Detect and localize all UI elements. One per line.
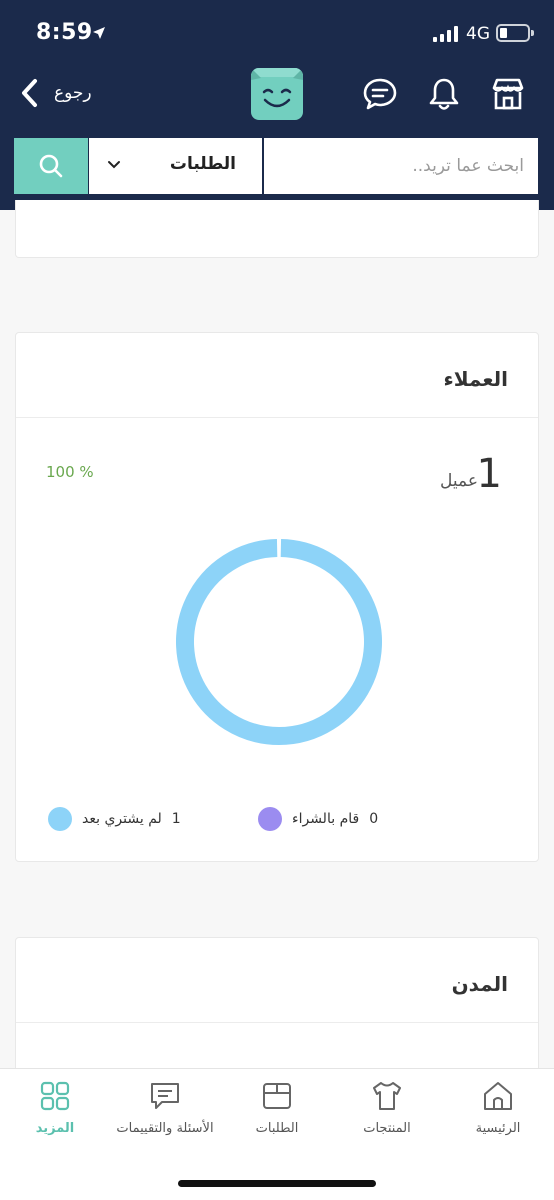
app-header: 8:59 4G رجوع الطلبات ابحث عما تريد.. bbox=[0, 0, 554, 210]
box-icon bbox=[263, 1083, 291, 1109]
location-arrow-icon bbox=[93, 27, 105, 39]
customers-card-header: العملاء bbox=[16, 333, 538, 418]
tab-questions-reviews[interactable]: الأسئلة والتقييمات bbox=[110, 1079, 220, 1151]
chevron-down-icon bbox=[108, 161, 120, 169]
cities-title: المدن bbox=[451, 972, 508, 996]
legend-swatch bbox=[48, 807, 72, 831]
back-label: رجوع bbox=[54, 83, 92, 103]
status-time: 8:59 bbox=[36, 20, 93, 45]
store-icon[interactable] bbox=[490, 76, 526, 112]
search-bar: الطلبات bbox=[14, 138, 538, 194]
search-button[interactable] bbox=[14, 138, 88, 194]
cities-card-header: المدن bbox=[16, 938, 538, 1023]
legend-item-purchased: 0 قام بالشراء bbox=[258, 807, 378, 831]
smiley-bag-icon bbox=[251, 68, 303, 108]
tab-label: الطلبات bbox=[255, 1121, 299, 1136]
donut-slice-1 bbox=[176, 539, 382, 745]
signal-icon bbox=[433, 26, 458, 42]
tab-label: المنتجات bbox=[363, 1121, 411, 1136]
tab-label: الرئيسية bbox=[475, 1121, 521, 1136]
home-icon bbox=[484, 1082, 512, 1110]
customers-percent: 100 % bbox=[46, 463, 94, 481]
status-bar: 8:59 4G bbox=[0, 0, 554, 64]
cities-card: المدن bbox=[15, 937, 539, 1077]
tab-orders[interactable]: الطلبات bbox=[222, 1079, 332, 1151]
legend-count: 1 bbox=[171, 811, 181, 827]
search-input[interactable] bbox=[264, 138, 538, 194]
previous-card bbox=[15, 200, 539, 258]
tab-label: الأسئلة والتقييمات bbox=[116, 1121, 214, 1136]
top-nav: رجوع bbox=[0, 64, 554, 128]
chat-icon bbox=[151, 1083, 179, 1109]
legend-swatch bbox=[258, 807, 282, 831]
customers-title: العملاء bbox=[443, 367, 508, 391]
bell-icon[interactable] bbox=[426, 76, 462, 112]
shirt-icon bbox=[373, 1082, 401, 1110]
tab-label: المزيد bbox=[35, 1121, 75, 1136]
chevron-left-icon bbox=[22, 79, 37, 107]
search-category-select[interactable]: الطلبات bbox=[88, 138, 264, 194]
battery-icon bbox=[496, 24, 534, 42]
grid-icon bbox=[40, 1081, 70, 1111]
search-category-value: الطلبات bbox=[169, 154, 236, 174]
legend-label: قام بالشراء bbox=[292, 811, 360, 827]
network-type: 4G bbox=[466, 24, 490, 44]
legend-item-not-purchased: 1 لم يشتري بعد bbox=[48, 807, 181, 831]
search-icon bbox=[39, 154, 63, 178]
legend-count: 0 bbox=[369, 811, 379, 827]
tab-home[interactable]: الرئيسية bbox=[443, 1079, 553, 1151]
app-logo[interactable] bbox=[251, 68, 303, 120]
customers-card: العملاء 1 عميل 100 % 0 قام بالشراء 1 لم … bbox=[15, 332, 539, 862]
chat-bubble-icon[interactable] bbox=[362, 76, 398, 112]
home-indicator bbox=[178, 1180, 376, 1187]
customers-donut-chart bbox=[176, 539, 382, 745]
tab-more[interactable]: المزيد bbox=[0, 1079, 110, 1151]
back-button[interactable]: رجوع bbox=[20, 78, 92, 108]
legend-label: لم يشتري بعد bbox=[82, 811, 162, 827]
tab-products[interactable]: المنتجات bbox=[332, 1079, 442, 1151]
customers-count: 1 bbox=[476, 451, 502, 497]
customers-count-unit: عميل bbox=[440, 471, 478, 491]
